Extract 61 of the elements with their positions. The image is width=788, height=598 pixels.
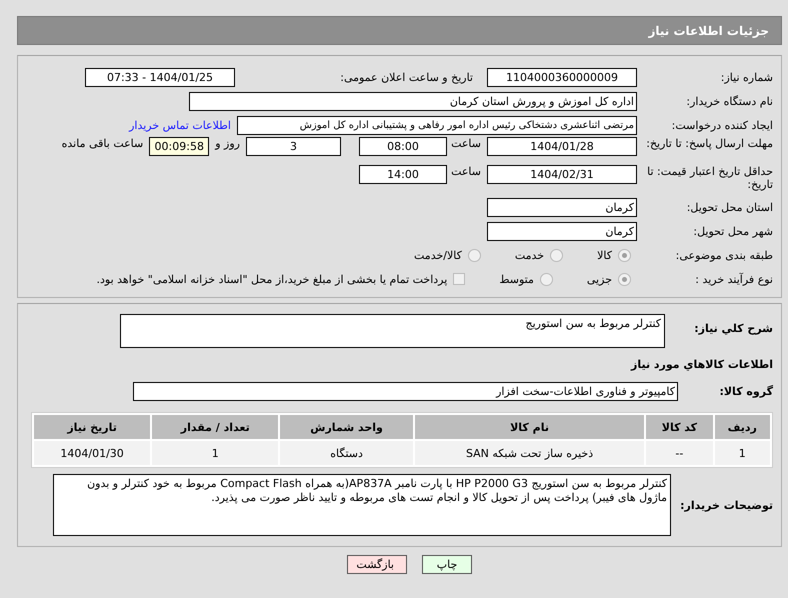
- field-label: نام دستگاه خریدار:: [685, 94, 774, 108]
- table-cell: 1: [714, 441, 770, 465]
- days-field[interactable]: 3: [246, 137, 341, 156]
- column-header: تعداد / مقدار: [152, 415, 278, 439]
- table-cell: ذخیره ساز تحت شبکه SAN: [414, 441, 644, 465]
- goods-group-field[interactable]: کامپیوتر و فناوری اطلاعات-سخت افزار: [133, 382, 678, 400]
- city-field[interactable]: کرمان: [487, 222, 637, 240]
- column-header: نام کالا: [414, 415, 644, 439]
- field-label: استان محل تحویل:: [686, 200, 774, 214]
- field-label: طبقه بندی موضوعی:: [674, 248, 774, 262]
- column-header: ردیف: [714, 415, 770, 439]
- validity-time-field[interactable]: 14:00: [359, 165, 447, 184]
- need-number-field[interactable]: 1104000360000009: [487, 68, 637, 86]
- buyer-field[interactable]: اداره کل اموزش و پرورش استان کرمان: [189, 92, 637, 110]
- deadline-date-field[interactable]: 1404/01/28: [487, 137, 637, 156]
- back-button[interactable]: بازگشت: [347, 555, 407, 574]
- field-label: نوع فرآیند خرید :: [694, 272, 774, 286]
- radio-label: متوسط: [499, 272, 534, 286]
- days-label: روز و: [215, 137, 240, 150]
- table-cell: --: [646, 441, 713, 465]
- remaining-label: ساعت باقی مانده: [62, 137, 144, 150]
- radio-label: خدمت: [514, 248, 544, 262]
- checkbox[interactable]: [453, 273, 466, 285]
- radio-button[interactable]: [468, 248, 481, 262]
- field-label: حداقل تاریخ اعتبار قیمت: تا تاریخ:: [646, 165, 774, 191]
- buyer-notes-field[interactable]: کنترلر مربوط به سن استوریج HP P2000 G3 با پارت نامبر AP837A(به همراه Compact Flash مربوط به خود کنترلر و بدون ماژول های فیبر) پرداخت پس از تحویل کالا و انجام تست های مربوطه و تایید ناظر صورت می پذیرد.: [53, 474, 671, 536]
- radio-button[interactable]: [618, 272, 631, 286]
- checkbox-label: پرداخت تمام یا بخشی از مبلغ خرید،از محل "اسناد خزانه اسلامی" خواهد بود.: [96, 272, 448, 286]
- contact-link[interactable]: اطلاعات تماس خریدار: [129, 118, 231, 132]
- radio-label: کالا/خدمت: [414, 248, 462, 262]
- print-button[interactable]: چاپ: [422, 555, 472, 574]
- time-label: ساعت: [453, 137, 481, 150]
- remaining-time-field: 00:09:58: [149, 137, 210, 156]
- field-label: تاریخ و ساعت اعلان عمومی:: [339, 70, 474, 84]
- summary-field[interactable]: کنترلر مربوط به سن استوریج: [120, 314, 665, 348]
- radio-button[interactable]: [618, 248, 631, 262]
- deadline-time-field[interactable]: 08:00: [359, 137, 447, 156]
- page-title: جزئیات اطلاعات نیاز: [648, 24, 769, 38]
- radio-button[interactable]: [550, 248, 564, 262]
- radio-button[interactable]: [540, 272, 553, 286]
- column-header: تاریخ نیاز: [34, 415, 150, 439]
- validity-date-field[interactable]: 1404/02/31: [487, 165, 637, 184]
- field-label: شماره نیاز:: [720, 70, 774, 84]
- field-label: شهر محل تحویل:: [692, 224, 774, 238]
- section-heading: اطلاعات کالاهاي مورد نياز: [631, 358, 774, 370]
- radio-label: کالا: [597, 248, 612, 262]
- requester-field[interactable]: مرتضی اثناعشری دشتخاکی رئیس اداره امور رفاهی و پشتیبانی اداره کل اموزش: [237, 116, 637, 134]
- radio-label: جزیی: [586, 272, 612, 286]
- field-label: شرح کلي نياز:: [693, 321, 774, 335]
- field-label: مهلت ارسال پاسخ: تا تاریخ:: [645, 137, 774, 150]
- column-header: کد کالا: [646, 415, 713, 439]
- table-cell: 1404/01/30: [34, 441, 150, 465]
- announce-date-field[interactable]: 1404/01/25 - 07:33: [85, 68, 235, 86]
- field-label: گروه کالا:: [718, 384, 774, 398]
- time-label: ساعت: [453, 165, 481, 178]
- column-header: واحد شمارش: [280, 415, 413, 439]
- province-field[interactable]: کرمان: [487, 198, 637, 216]
- field-label: توضیحات خریدار:: [679, 498, 774, 512]
- field-label: ایجاد کننده درخواست:: [670, 118, 774, 132]
- table-cell: 1: [152, 441, 278, 465]
- table-cell: دستگاه: [280, 441, 413, 465]
